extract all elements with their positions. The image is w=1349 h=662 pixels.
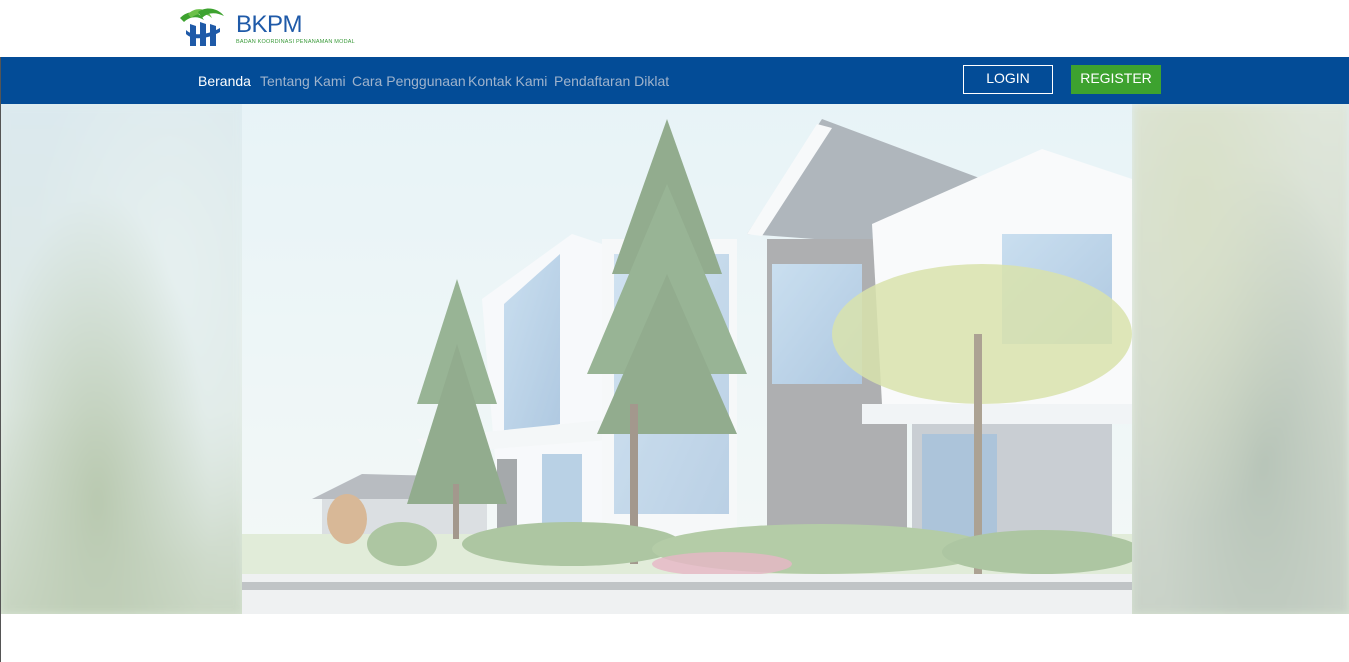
nav-item-beranda[interactable]: Beranda bbox=[198, 73, 251, 89]
hero-blur-left bbox=[1, 104, 242, 614]
brand-tagline: BADAN KOORDINASI PENANAMAN MODAL bbox=[236, 39, 355, 45]
nav-item-pendaftaran-diklat[interactable]: Pendaftaran Diklat bbox=[554, 73, 669, 89]
site-header: BKPM BADAN KOORDINASI PENANAMAN MODAL bbox=[0, 0, 1349, 57]
bkpm-logo[interactable]: BKPM BADAN KOORDINASI PENANAMAN MODAL bbox=[176, 6, 376, 50]
nav-item-cara-penggunaan[interactable]: Cara Penggunaan bbox=[352, 73, 466, 89]
register-button[interactable]: REGISTER bbox=[1071, 65, 1161, 94]
main-navbar: Beranda Tentang Kami Cara Penggunaan Kon… bbox=[1, 57, 1349, 104]
nav-item-kontak-kami[interactable]: Kontak Kami bbox=[468, 73, 547, 89]
hero-blur-right bbox=[1132, 104, 1349, 614]
brand-name: BKPM bbox=[236, 11, 303, 38]
nav-item-tentang-kami[interactable]: Tentang Kami bbox=[260, 73, 346, 89]
login-button[interactable]: LOGIN bbox=[963, 65, 1053, 94]
page-content-area bbox=[1, 614, 1349, 662]
bkpm-logo-icon bbox=[180, 8, 224, 46]
hero-banner bbox=[1, 104, 1349, 614]
building-photo bbox=[242, 104, 1132, 614]
